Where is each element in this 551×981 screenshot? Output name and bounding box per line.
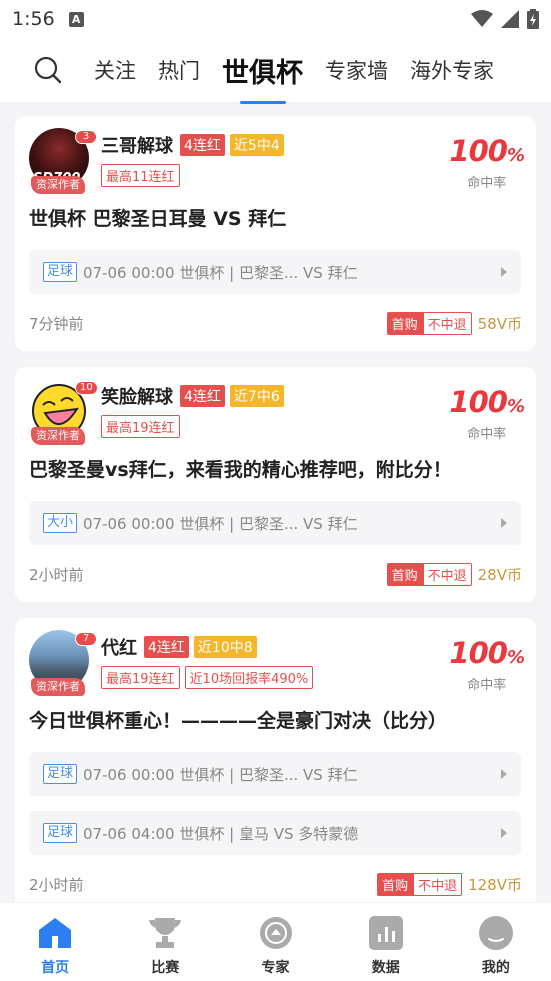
clock: 1:56	[12, 8, 55, 30]
hit-rate: 100% 命中率	[449, 636, 525, 693]
price: 128V币	[468, 876, 522, 894]
hit-rate-unit: %	[506, 647, 525, 668]
chevron-right-icon	[501, 828, 507, 838]
hit-rate: 100% 命中率	[449, 385, 525, 442]
no-win-refund-tag: 不中退	[413, 873, 463, 896]
author-avatar-wrap[interactable]: SD700 3 资深作者	[29, 128, 97, 198]
highlight-tag: 最高19连红	[101, 415, 180, 438]
nav-matches-label: 比赛	[151, 960, 180, 976]
trophy-icon	[149, 918, 182, 948]
hit-rate-unit: %	[506, 145, 525, 166]
search-icon	[34, 56, 62, 84]
first-buy-tag: 首购	[386, 312, 423, 335]
hit-rate-label: 命中率	[467, 427, 507, 442]
hit-rate-unit: %	[506, 396, 525, 417]
hit-rate-label: 命中率	[467, 176, 507, 191]
nav-matches[interactable]: 比赛	[110, 903, 220, 981]
nav-experts-label: 专家	[261, 960, 290, 976]
highlight-tag: 最高11连红	[101, 164, 180, 187]
senior-author-badge: 资深作者	[31, 678, 85, 696]
article-card[interactable]: SD700 3 资深作者 三哥解球 4连红 近5中4 最高11连红 100% 命…	[15, 116, 536, 351]
first-buy-tag: 首购	[386, 563, 423, 586]
nav-profile-label: 我的	[481, 960, 510, 976]
article-title[interactable]: 今日世俱杯重心！————全是豪门对决（比分）	[29, 706, 447, 733]
price: 58V币	[477, 315, 522, 333]
chevron-right-icon	[501, 769, 507, 779]
match-row[interactable]: 大小 07-06 00:00 世俱杯 | 巴黎圣... VS 拜仁	[29, 501, 521, 545]
hit-rate-value: 100	[449, 636, 508, 670]
match-type-tag: 大小	[43, 513, 78, 533]
match-info: 07-06 00:00 世俱杯 | 巴黎圣... VS 拜仁	[83, 765, 358, 784]
author-avatar-wrap[interactable]: 7 资深作者	[29, 630, 97, 700]
author-name[interactable]: 代红	[101, 634, 137, 660]
author-avatar-wrap[interactable]: 10 资深作者	[29, 379, 98, 449]
match-info: 07-06 04:00 世俱杯 | 皇马 VS 多特蒙德	[83, 824, 359, 843]
match-row[interactable]: 足球 07-06 00:00 世俱杯 | 巴黎圣... VS 拜仁	[29, 250, 521, 294]
streak-tag: 4连红	[144, 636, 189, 658]
no-win-refund-tag: 不中退	[422, 563, 472, 586]
article-card[interactable]: 7 资深作者 代红 4连红 近10中8 最高19连红 近10场回报率490% 1…	[15, 618, 536, 902]
notification-icon: A	[68, 11, 84, 27]
tab-expert-wall[interactable]: 专家墙	[325, 55, 388, 85]
senior-author-badge: 资深作者	[31, 427, 85, 445]
article-title[interactable]: 巴黎圣曼vs拜仁，来看我的精心推荐吧，附比分！	[29, 455, 452, 482]
profile-icon	[478, 916, 513, 950]
bottom-nav: 首页 比赛 专家 数据 我的	[0, 903, 551, 981]
top-nav: 关注 热门 世俱杯 专家墙 海外专家	[0, 38, 551, 102]
wifi-icon	[471, 10, 493, 27]
recent-record-tag: 近7中6	[229, 385, 284, 407]
status-bar: 1:56 A	[0, 0, 551, 38]
signal-icon	[501, 10, 519, 28]
article-card[interactable]: 10 资深作者 笑脸解球 4连红 近7中6 最高19连红 100% 命中率 巴黎…	[15, 367, 536, 602]
streak-tag: 4连红	[180, 385, 225, 407]
chart-icon	[368, 916, 403, 950]
first-buy-tag: 首购	[377, 873, 414, 896]
battery-icon	[527, 9, 539, 29]
hit-rate: 100% 命中率	[449, 134, 525, 191]
article-feed[interactable]: SD700 3 资深作者 三哥解球 4连红 近5中4 最高11连红 100% 命…	[0, 102, 551, 902]
tab-club-world-cup[interactable]: 世俱杯	[222, 51, 303, 90]
match-row[interactable]: 足球 07-06 04:00 世俱杯 | 皇马 VS 多特蒙德	[29, 811, 521, 855]
recent-record-tag: 近10中8	[193, 636, 257, 658]
nav-home[interactable]: 首页	[0, 903, 110, 981]
chevron-right-icon	[501, 267, 507, 277]
match-info: 07-06 00:00 世俱杯 | 巴黎圣... VS 拜仁	[83, 263, 358, 282]
author-name[interactable]: 三哥解球	[101, 132, 173, 158]
recent-record-tag: 近5中4	[229, 134, 284, 156]
nav-home-label: 首页	[41, 960, 70, 976]
streak-tag: 4连红	[180, 134, 225, 156]
home-icon	[39, 918, 72, 948]
highlight-tag: 近10场回报率490%	[184, 666, 314, 689]
unread-badge: 10	[75, 381, 98, 395]
nav-profile[interactable]: 我的	[441, 903, 551, 981]
unread-badge: 7	[75, 632, 97, 646]
publish-time: 2小时前	[29, 876, 84, 894]
nav-data[interactable]: 数据	[331, 903, 441, 981]
tab-follow[interactable]: 关注	[94, 55, 136, 85]
tab-hot[interactable]: 热门	[158, 55, 200, 85]
nav-data-label: 数据	[371, 960, 400, 976]
match-row[interactable]: 足球 07-06 00:00 世俱杯 | 巴黎圣... VS 拜仁	[29, 752, 521, 796]
highlight-tag: 最高19连红	[101, 666, 180, 689]
expert-icon	[259, 917, 292, 949]
unread-badge: 3	[75, 130, 97, 144]
hit-rate-value: 100	[449, 385, 508, 419]
nav-experts[interactable]: 专家	[220, 903, 330, 981]
price: 28V币	[477, 566, 522, 584]
match-type-tag: 足球	[43, 823, 78, 843]
match-type-tag: 足球	[43, 764, 78, 784]
tab-overseas-experts[interactable]: 海外专家	[410, 55, 494, 85]
hit-rate-value: 100	[449, 134, 508, 168]
senior-author-badge: 资深作者	[31, 176, 85, 194]
match-type-tag: 足球	[43, 262, 78, 282]
no-win-refund-tag: 不中退	[422, 312, 472, 335]
match-info: 07-06 00:00 世俱杯 | 巴黎圣... VS 拜仁	[83, 514, 358, 533]
article-title[interactable]: 世俱杯 巴黎圣日耳曼 VS 拜仁	[29, 204, 286, 231]
hit-rate-label: 命中率	[467, 678, 507, 693]
chevron-right-icon	[501, 518, 507, 528]
publish-time: 2小时前	[29, 566, 84, 584]
publish-time: 7分钟前	[29, 315, 84, 333]
search-button[interactable]	[24, 46, 72, 94]
author-name[interactable]: 笑脸解球	[101, 383, 173, 409]
